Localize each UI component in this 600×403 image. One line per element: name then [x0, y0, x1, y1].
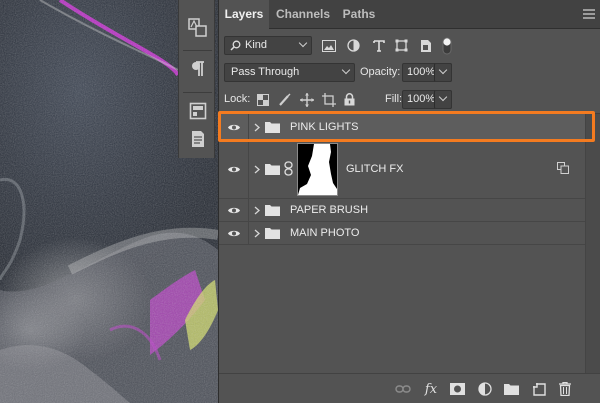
- properties-icon[interactable]: [187, 100, 209, 122]
- chevron-down-icon: [438, 92, 448, 102]
- chevron-down-icon: [341, 65, 351, 75]
- tab-layers[interactable]: Layers: [219, 0, 269, 30]
- fx-icon[interactable]: fx: [422, 380, 440, 398]
- linked-smart-filter-icon: [557, 162, 569, 174]
- visibility-cell: [219, 114, 249, 140]
- type-filter-icon[interactable]: [371, 37, 386, 54]
- opacity-dropdown-button[interactable]: [434, 63, 452, 82]
- eye-icon[interactable]: [227, 229, 241, 238]
- lock-artboard-icon[interactable]: [321, 92, 336, 107]
- search-icon: [230, 40, 241, 51]
- adjustment-layer-icon[interactable]: [476, 380, 494, 398]
- layer-mask-thumbnail[interactable]: [297, 143, 338, 196]
- layer-row-glitch-fx[interactable]: GLITCH FX: [219, 141, 586, 199]
- lock-all-icon[interactable]: [343, 92, 356, 107]
- folder-icon: [265, 164, 280, 175]
- filter-row: Kind: [219, 36, 600, 56]
- layer-name: GLITCH FX: [346, 163, 404, 175]
- image-filter-icon[interactable]: [321, 38, 336, 53]
- eye-icon[interactable]: [227, 123, 241, 132]
- new-layer-icon[interactable]: [530, 380, 548, 398]
- blend-mode-select[interactable]: Pass Through: [224, 63, 355, 82]
- opacity-value: 100%: [407, 66, 436, 78]
- eye-icon[interactable]: [227, 206, 241, 215]
- smart-object-filter-icon[interactable]: [418, 38, 433, 53]
- blend-row: Pass Through Opacity: 100%: [219, 63, 600, 83]
- layer-row-pink-lights[interactable]: PINK LIGHTS: [219, 114, 586, 141]
- mask-link-icon[interactable]: [284, 161, 293, 176]
- layers-footer: fx: [219, 373, 600, 403]
- panel-tool-strip: [178, 0, 215, 158]
- lock-label: Lock:: [224, 93, 251, 105]
- add-mask-icon[interactable]: [448, 380, 466, 398]
- layers-list: PINK LIGHTS GLITCH FX PAPER BRUSH MAIN P…: [219, 113, 600, 373]
- chevron-right-icon[interactable]: [254, 206, 260, 215]
- trash-icon[interactable]: [556, 380, 574, 398]
- visibility-cell: [219, 199, 249, 221]
- notes-icon[interactable]: [187, 128, 209, 150]
- shape-filter-icon[interactable]: [394, 38, 409, 53]
- tab-channels[interactable]: Channels: [271, 0, 335, 29]
- fill-dropdown-button[interactable]: [434, 90, 452, 109]
- folder-icon: [265, 228, 280, 239]
- chevron-right-icon[interactable]: [254, 229, 260, 238]
- layer-name: MAIN PHOTO: [290, 227, 360, 239]
- chevron-down-icon: [298, 38, 308, 48]
- lock-row: Lock: Fill: 100%: [219, 90, 600, 110]
- tab-paths[interactable]: Paths: [337, 0, 381, 29]
- blend-mode-value: Pass Through: [231, 66, 300, 78]
- paragraph-icon[interactable]: [187, 58, 209, 80]
- layer-name: PINK LIGHTS: [290, 121, 359, 133]
- layer-row-paper-brush[interactable]: PAPER BRUSH: [219, 199, 586, 222]
- filter-kind-select[interactable]: Kind: [224, 36, 312, 55]
- visibility-cell: [219, 222, 249, 244]
- fill-value: 100%: [407, 93, 436, 105]
- chevron-right-icon[interactable]: [254, 123, 260, 132]
- layers-panel: Layers Channels Paths Kind Pass Through …: [218, 0, 600, 403]
- layers-scrollbar[interactable]: [585, 114, 600, 373]
- opacity-label: Opacity:: [360, 66, 401, 78]
- folder-icon: [265, 122, 280, 133]
- adjustment-filter-icon[interactable]: [346, 38, 361, 53]
- layer-name: PAPER BRUSH: [290, 204, 369, 216]
- lock-image-pixels-icon[interactable]: [277, 92, 292, 107]
- new-group-icon[interactable]: [502, 380, 520, 398]
- lock-position-icon[interactable]: [299, 92, 314, 107]
- visibility-cell: [219, 141, 249, 198]
- lock-transparent-pixels-icon[interactable]: [256, 93, 269, 106]
- panel-menu-icon[interactable]: [583, 9, 595, 19]
- layer-row-main-photo[interactable]: MAIN PHOTO: [219, 222, 586, 245]
- fill-label: Fill:: [385, 93, 403, 105]
- eye-icon[interactable]: [227, 165, 241, 174]
- chevron-down-icon: [438, 65, 448, 75]
- panel-tab-bar: Layers Channels Paths: [219, 0, 600, 30]
- fx-label: fx: [424, 381, 438, 397]
- folder-icon: [265, 205, 280, 216]
- chevron-right-icon[interactable]: [254, 165, 260, 174]
- filter-toggle-switch[interactable]: [441, 36, 453, 55]
- character-swatch-icon[interactable]: [187, 17, 209, 39]
- filter-kind-label: Kind: [245, 39, 268, 51]
- link-layers-icon[interactable]: [394, 380, 412, 398]
